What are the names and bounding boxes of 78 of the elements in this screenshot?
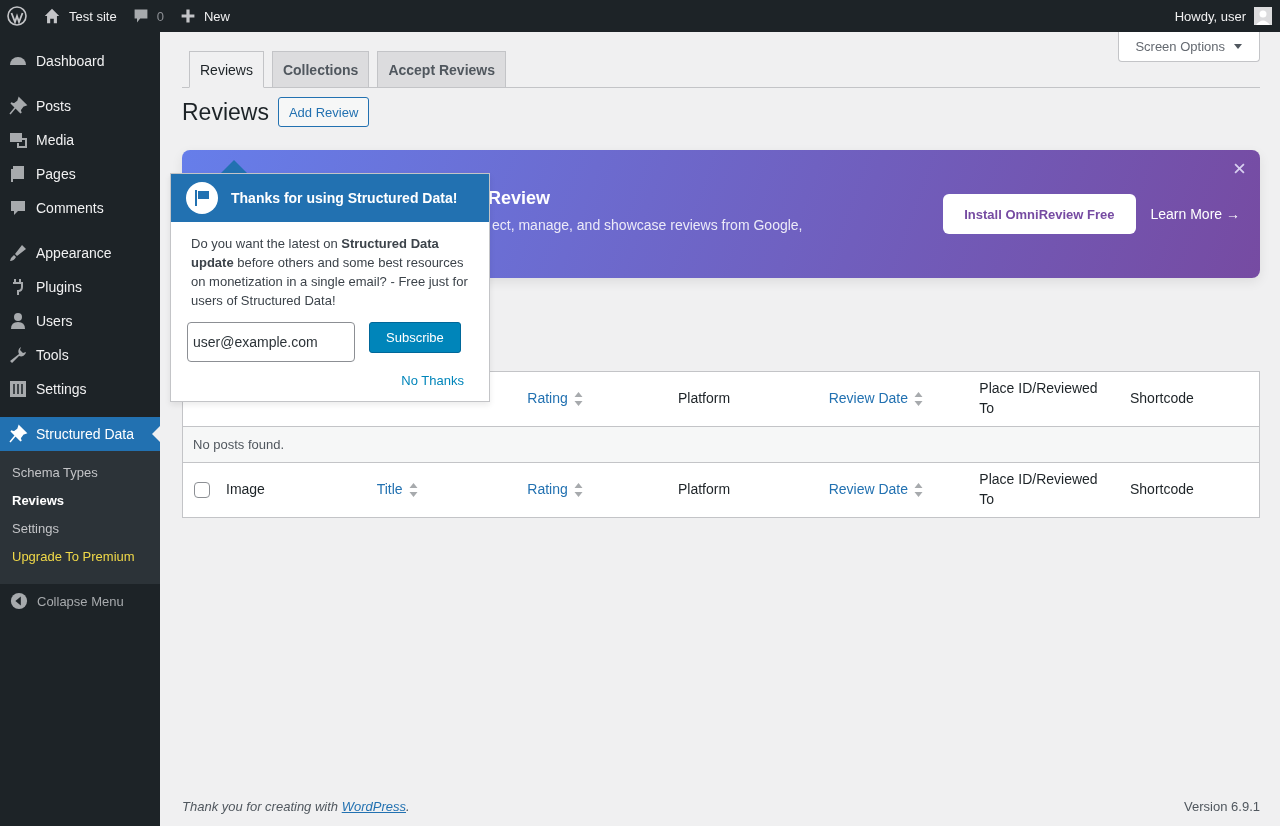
sortable-column-header[interactable]: Review Date	[828, 389, 924, 409]
install-button[interactable]: Install OmniReview Free	[943, 194, 1136, 234]
column-header: Place ID/Reviewed To	[979, 380, 1098, 416]
account-link[interactable]: Howdy, user	[1174, 7, 1272, 25]
collapse-menu-button[interactable]: Collapse Menu	[0, 584, 160, 618]
tab[interactable]: Collections	[271, 51, 370, 87]
column-header: Shortcode	[1130, 481, 1194, 498]
comments-link[interactable]: 0	[132, 8, 164, 24]
wordpress-logo-icon[interactable]	[7, 6, 27, 26]
sortable-column-header[interactable]: Rating	[527, 389, 583, 409]
flag-icon	[186, 182, 218, 214]
sort-arrows-icon	[914, 391, 924, 407]
caret-icon	[1233, 43, 1243, 50]
sort-arrows-icon	[573, 482, 583, 498]
user-icon	[8, 311, 28, 331]
sidebar-item[interactable]: Users	[0, 304, 160, 338]
no-thanks-link[interactable]: No Thanks	[401, 373, 464, 389]
wordpress-link[interactable]: WordPress	[341, 799, 406, 814]
sidebar-item[interactable]: Pages	[0, 157, 160, 191]
sidebar-item[interactable]: Tools	[0, 338, 160, 372]
close-icon[interactable]	[1234, 163, 1245, 174]
speech-bubble-icon	[132, 8, 149, 24]
submenu-item[interactable]: Upgrade To Premium	[0, 542, 160, 570]
submenu-item[interactable]: Settings	[0, 514, 160, 542]
select-all-checkbox[interactable]	[193, 482, 210, 498]
home-icon	[43, 7, 61, 25]
site-name: Test site	[69, 8, 117, 24]
sortable-column-header[interactable]: Title	[376, 480, 418, 500]
left-arrow-circle-icon	[10, 592, 28, 610]
popup-text: Do you want the latest on Structured Data update before others and some best resources on monetization in a single email? - Free just for users of Structured Data!	[191, 235, 469, 310]
new-link[interactable]: New	[179, 8, 230, 24]
sidebar-item[interactable]: Appearance	[0, 236, 160, 270]
column-header: Platform	[678, 390, 731, 407]
avatar-icon	[1254, 7, 1272, 25]
sidebar-item[interactable]: Media	[0, 123, 160, 157]
sliders-icon	[8, 379, 28, 399]
column-header: Place ID/Reviewed To	[979, 471, 1098, 507]
popup-title: Thanks for using Structured Data!	[231, 190, 458, 206]
sidebar-item[interactable]: Plugins	[0, 270, 160, 304]
pin-icon	[8, 424, 28, 444]
sidebar-item[interactable]: Settings	[0, 372, 160, 406]
bubble-icon	[8, 198, 28, 218]
new-label: New	[203, 8, 230, 24]
column-header: Platform	[678, 481, 731, 498]
brush-icon	[8, 243, 28, 263]
footer-text: Thank you for creating with WordPress.	[182, 799, 410, 814]
banner-text: ect, manage, and showcase reviews from Google,	[492, 216, 803, 233]
pin-icon	[8, 96, 28, 116]
submenu-item[interactable]: Schema Types	[0, 458, 160, 486]
site-name-link[interactable]: Test site	[43, 7, 117, 25]
tab[interactable]: Reviews	[189, 51, 264, 88]
sortable-column-header[interactable]: Rating	[527, 480, 583, 500]
tab[interactable]: Accept Reviews	[377, 51, 506, 87]
wrench-icon	[8, 345, 28, 365]
greeting: Howdy, user	[1174, 8, 1246, 24]
empty-message: No posts found.	[183, 427, 1259, 463]
column-header: Shortcode	[1130, 390, 1194, 407]
column-header: Image	[226, 481, 265, 498]
email-input-field[interactable]: user@example.com	[187, 322, 355, 363]
sort-arrows-icon	[573, 391, 583, 407]
screen-options-button[interactable]: Screen Options	[1118, 32, 1260, 62]
sidebar-item[interactable]: Structured Data	[0, 417, 160, 451]
version-text: Version 6.9.1	[1184, 799, 1260, 814]
plus-icon	[179, 8, 196, 24]
banner-title: Review	[488, 187, 552, 209]
sortable-column-header[interactable]: Review Date	[828, 480, 924, 500]
sidebar-item[interactable]: Posts	[0, 89, 160, 123]
sort-arrows-icon	[408, 482, 418, 498]
sidebar-item[interactable]: Dashboard	[0, 44, 160, 78]
media-icon	[8, 130, 28, 150]
submenu-item[interactable]: Reviews	[0, 486, 160, 514]
sidebar-item[interactable]: Comments	[0, 191, 160, 225]
learn-more-link[interactable]: Learn More →	[1150, 206, 1240, 222]
add-review-button[interactable]: Add Review	[277, 97, 370, 127]
comment-count: 0	[156, 8, 164, 24]
sort-arrows-icon	[914, 482, 924, 498]
subscribe-button[interactable]: Subscribe	[369, 322, 461, 354]
page-title: Reviews	[182, 98, 269, 126]
